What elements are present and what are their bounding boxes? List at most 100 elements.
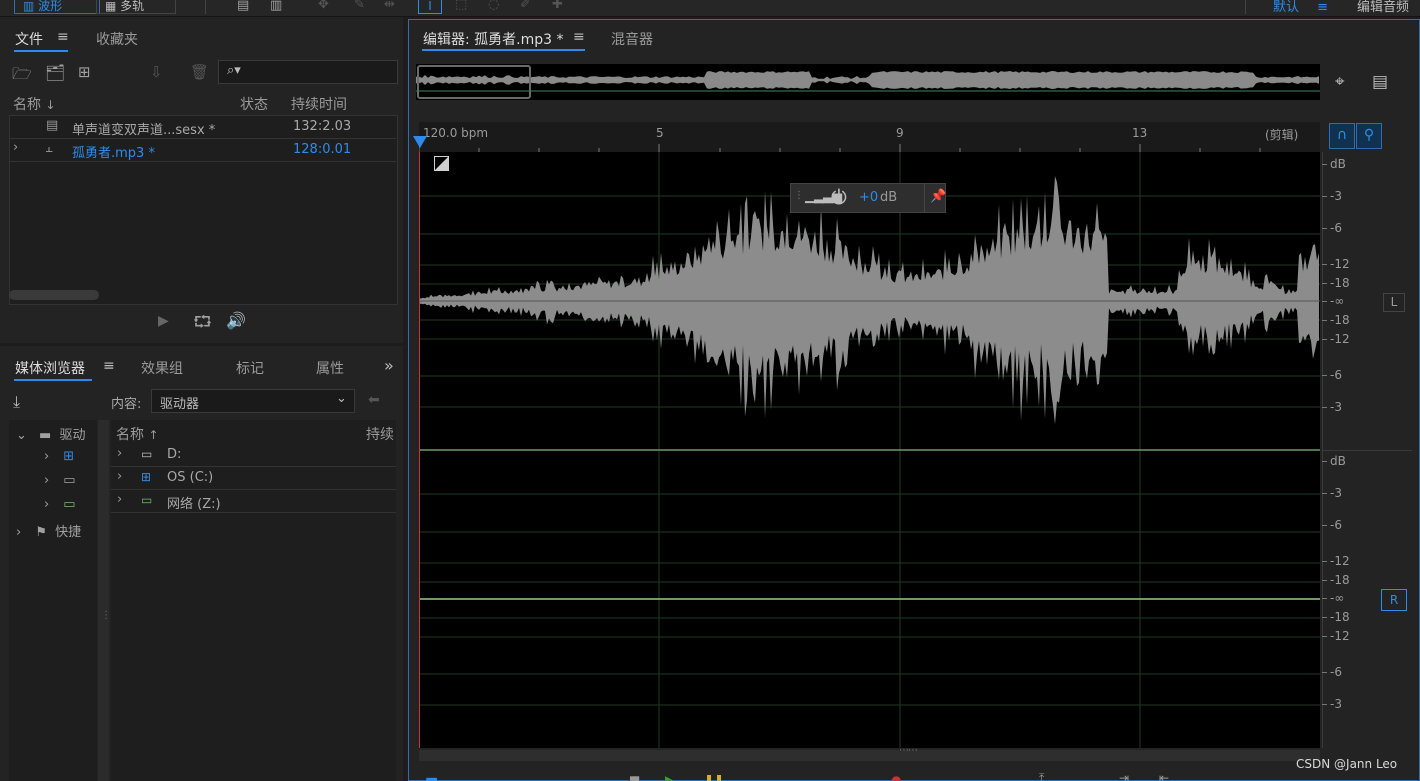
- editor-panel-menu-icon[interactable]: ≡: [573, 29, 585, 45]
- workspace-editor-audio[interactable]: 编辑音频: [1357, 0, 1409, 15]
- lasso-tool-icon[interactable]: ◌: [488, 0, 499, 12]
- tab-favorites[interactable]: 收藏夹: [96, 29, 138, 49]
- network-drive-icon: ▭: [63, 497, 76, 512]
- open-folder-icon[interactable]: 🗁: [12, 63, 32, 90]
- playhead-marker-icon[interactable]: [413, 136, 427, 148]
- marquee-tool-icon[interactable]: ⬚: [455, 0, 467, 12]
- zoom-out-time-icon[interactable]: ⇤: [1159, 771, 1169, 781]
- workspace-menu-icon[interactable]: ≡: [1317, 0, 1328, 15]
- media-column-name[interactable]: 名称 ↑: [116, 424, 159, 444]
- tab-markers[interactable]: 标记: [236, 358, 264, 378]
- chevron-right-icon[interactable]: ›: [13, 140, 18, 155]
- files-horizontal-scrollbar[interactable]: [9, 290, 99, 300]
- insert-icon[interactable]: ⇩: [150, 63, 163, 81]
- db-label: dB: [1330, 157, 1346, 171]
- db-scale-divider: [1322, 450, 1412, 451]
- right-channel-toggle[interactable]: R: [1381, 589, 1407, 611]
- spectral-pitch-icon[interactable]: ▥: [270, 0, 282, 13]
- tree-item-shortcuts[interactable]: › ⚑ 快捷: [16, 521, 81, 540]
- autoplay-speaker-icon[interactable]: 🔊: [226, 311, 246, 330]
- list-item[interactable]: ▤ 单声道变双声道...sesx * 132:2.03: [9, 116, 396, 139]
- chevron-right-icon: ›: [44, 473, 50, 488]
- drive-icon: ▭: [141, 447, 153, 461]
- column-status[interactable]: 状态: [240, 94, 268, 114]
- waveform-overview[interactable]: [416, 64, 1320, 100]
- db-label: -3: [1330, 189, 1342, 203]
- tab-properties[interactable]: 属性: [316, 358, 344, 378]
- hud-gain-value[interactable]: +0: [859, 190, 878, 205]
- gain-knob-icon[interactable]: ⏻: [831, 185, 847, 209]
- play-icon[interactable]: ▶: [158, 313, 169, 329]
- zoom-in-time-icon[interactable]: ⇥: [1119, 771, 1129, 781]
- waveform-view-button[interactable]: ▥ 波形: [14, 0, 100, 14]
- hud-grip-icon[interactable]: ⋮: [794, 190, 804, 201]
- tree-item-d[interactable]: › ▭: [44, 473, 76, 488]
- column-duration[interactable]: 持续时间: [291, 94, 347, 114]
- list-item[interactable]: › ▭ 网络 (Z:): [111, 490, 396, 513]
- editor-horizontal-scrollbar[interactable]: ⋯⋯: [419, 745, 1320, 761]
- tab-files-underline: [14, 50, 68, 52]
- razor-tool-icon[interactable]: ✎: [354, 0, 365, 12]
- tab-files[interactable]: 文件: [15, 29, 43, 49]
- media-column-duration[interactable]: 持续: [366, 424, 394, 444]
- clip-label: (剪辑): [1265, 128, 1299, 142]
- new-file-icon[interactable]: ⊞: [78, 63, 91, 81]
- left-channel-toggle[interactable]: L: [1383, 293, 1405, 312]
- top-toolbar: ▥ 波形 ▦ 多轨 ▤ ▥ ✥ ✎ ⇹ I ⬚ ◌ ✐ ✚ 默认 ≡ 编辑音频: [0, 0, 1420, 17]
- workspace-default[interactable]: 默认 ≡: [1273, 0, 1328, 15]
- timeline-ruler[interactable]: 120.0 bpm 5 9 13 (剪辑): [419, 122, 1320, 152]
- tab-effects-rack[interactable]: 效果组: [141, 358, 183, 378]
- delete-icon[interactable]: 🗑: [190, 63, 209, 81]
- slip-tool-icon[interactable]: ⇹: [384, 0, 395, 12]
- pin-icon[interactable]: 📌: [930, 189, 946, 204]
- list-item[interactable]: › ⊞ OS (C:): [111, 467, 396, 490]
- zoom-navigator-icon[interactable]: ⌖: [1335, 72, 1345, 92]
- files-search-input[interactable]: ⌕▾: [218, 60, 398, 84]
- list-item[interactable]: › ⫠ 孤勇者.mp3 * 128:0.01: [9, 139, 396, 162]
- tab-media-underline: [14, 379, 92, 381]
- snap-magnet-icon[interactable]: ∩: [1329, 123, 1355, 149]
- files-panel-menu-icon[interactable]: ≡: [57, 29, 69, 45]
- pause-icon[interactable]: ❚❚: [704, 773, 724, 781]
- tab-media-browser[interactable]: 媒体浏览器: [15, 358, 85, 378]
- tree-splitter[interactable]: ⋮: [98, 420, 111, 781]
- multitrack-view-button[interactable]: ▦ 多轨: [96, 0, 176, 14]
- healing-tool-icon[interactable]: ✚: [552, 0, 563, 12]
- windows-drive-icon: ⊞: [141, 470, 152, 484]
- stop-icon[interactable]: ■: [629, 773, 640, 781]
- record-icon[interactable]: ●: [891, 773, 901, 781]
- ruler-mark: 13: [1132, 126, 1148, 140]
- list-view-icon[interactable]: ▤: [1372, 72, 1388, 92]
- brush-tool-icon[interactable]: ✐: [520, 0, 531, 12]
- waveform-display[interactable]: [419, 152, 1320, 748]
- waveform-label: 波形: [38, 0, 63, 13]
- tab-mixer[interactable]: 混音器: [611, 29, 653, 49]
- file-name: 孤勇者.mp3 *: [72, 146, 155, 161]
- files-panel: 文件 ≡ 收藏夹 🗁 🗂 ⊞ ⇩ 🗑 ⌕▾ 名称 ↓ 状态 持续时间 ▤ 单声道…: [0, 17, 403, 343]
- db-tick: [1322, 561, 1327, 562]
- content-dropdown[interactable]: 驱动器 ⌄: [151, 389, 355, 413]
- zoom-in-amplitude-icon[interactable]: ⤒: [1039, 771, 1044, 781]
- db-tick: [1322, 672, 1327, 673]
- spectral-frequency-icon[interactable]: ▤: [237, 0, 249, 13]
- tree-item-z[interactable]: › ▭: [44, 497, 76, 512]
- more-panels-icon[interactable]: »: [384, 356, 394, 375]
- gain-hud[interactable]: ⋮ ▁▂▃▅ ⏻ +0 dB 📌: [790, 183, 946, 213]
- tab-editor[interactable]: 编辑器: 孤勇者.mp3 *: [423, 29, 564, 49]
- back-arrow-icon[interactable]: ⬅: [368, 392, 380, 408]
- column-name[interactable]: 名称 ↓: [13, 94, 56, 114]
- media-browser-panel: 媒体浏览器 ≡ 效果组 标记 属性 » ⤓ 内容: 驱动器 ⌄ ⬅ ⌄ ▬ 驱动…: [0, 346, 403, 781]
- media-panel-menu-icon[interactable]: ≡: [103, 358, 115, 374]
- db-tick: [1322, 283, 1327, 284]
- marker-pin-icon[interactable]: ⚲: [1356, 123, 1382, 149]
- list-item[interactable]: › ▭ D:: [111, 444, 396, 467]
- time-selection-tool-icon[interactable]: I: [418, 0, 442, 14]
- open-append-icon[interactable]: 🗂: [45, 63, 65, 82]
- loop-icon[interactable]: ⮔: [193, 311, 212, 338]
- import-icon[interactable]: ⤓: [13, 392, 20, 412]
- move-tool-icon[interactable]: ✥: [318, 0, 329, 12]
- tree-item-drives[interactable]: ⌄ ▬ 驱动: [16, 424, 86, 443]
- tree-item-c[interactable]: › ⊞: [44, 449, 74, 464]
- play-transport-icon[interactable]: ▶: [665, 773, 674, 781]
- file-duration: 128:0.01: [293, 142, 352, 157]
